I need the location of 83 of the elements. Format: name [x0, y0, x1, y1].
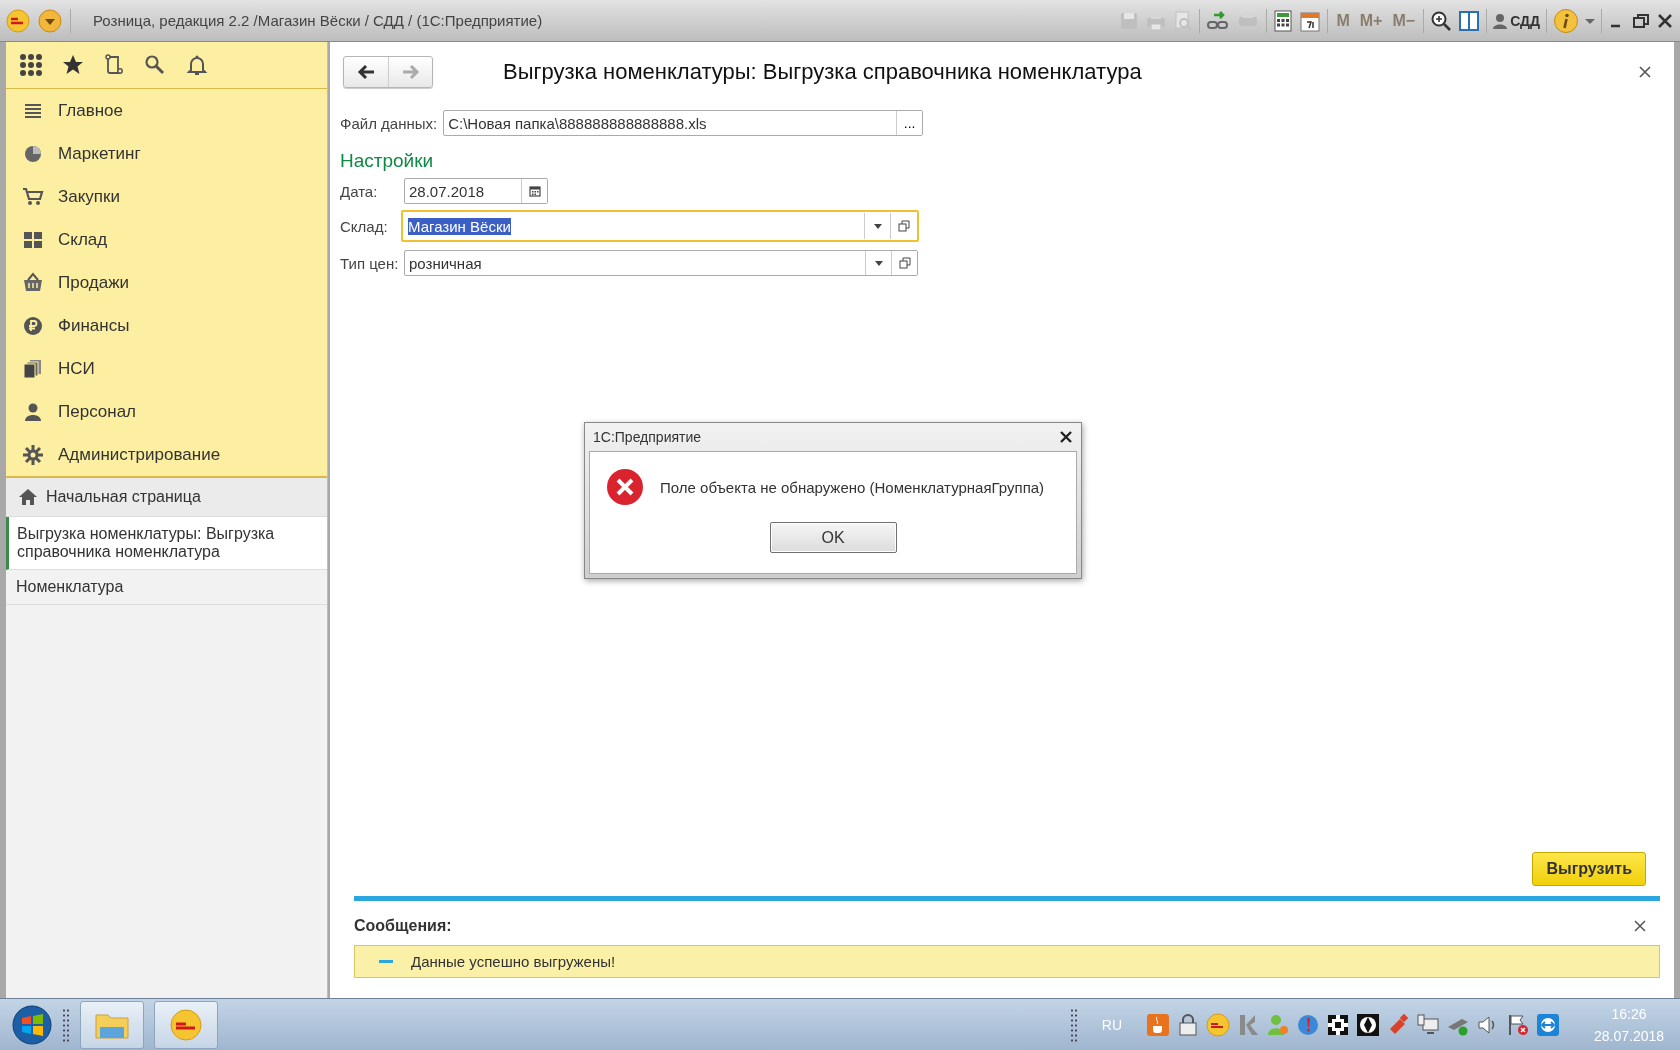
lock-icon[interactable] [1176, 1012, 1200, 1037]
error-icon [606, 468, 644, 506]
aperture-icon[interactable] [1356, 1012, 1380, 1037]
apps-grid-icon[interactable] [20, 54, 42, 76]
cart-icon[interactable] [22, 185, 44, 208]
bell-icon[interactable] [186, 54, 208, 76]
star-icon[interactable] [62, 54, 84, 76]
coin-icon [169, 1007, 203, 1042]
taskbar-button[interactable] [154, 1000, 218, 1049]
network-icon[interactable] [1416, 1012, 1440, 1037]
info-icon[interactable] [1553, 7, 1579, 34]
field-value: 28.07.2018 [409, 182, 485, 200]
arrows-box-icon[interactable] [1536, 1012, 1560, 1037]
dash-icon [379, 959, 393, 964]
calendar-icon[interactable] [1299, 9, 1322, 32]
open-window-tab[interactable]: Номенклатура [6, 570, 327, 605]
open-window-icon [898, 257, 911, 269]
field-label: Склад: [340, 217, 389, 235]
zoom-icon[interactable] [1430, 9, 1453, 32]
section-link[interactable]: Маркетинг [58, 143, 141, 164]
select-field[interactable]: розничная [404, 250, 918, 276]
select-field[interactable]: Магазин Вёски [401, 210, 919, 242]
close-icon[interactable] [1656, 11, 1674, 30]
globe-alert-icon[interactable] [1296, 1012, 1320, 1037]
documents-icon[interactable] [22, 357, 44, 380]
upload-button[interactable]: Выгрузить [1532, 852, 1646, 886]
field-value: Магазин Вёски [408, 217, 511, 235]
section-link[interactable]: Персонал [58, 401, 137, 422]
window-title: Розница, редакция 2.2 /Магазин Вёски / СДД / (1С:Предприятие) [93, 12, 544, 29]
dropdown-caret-icon [874, 260, 883, 266]
flag-error-icon[interactable] [1506, 1012, 1530, 1037]
close-icon[interactable] [1638, 65, 1652, 79]
close-icon[interactable] [1634, 920, 1646, 932]
dropdown-caret-icon [873, 223, 882, 229]
field-label: Тип цен: [340, 254, 398, 272]
open-window-tab[interactable]: Начальная страница [6, 478, 327, 517]
restore-icon[interactable] [1632, 11, 1650, 30]
ok-button[interactable]: OK [769, 522, 897, 553]
messages-title: Сообщения: [354, 917, 452, 935]
right-arrow-icon [400, 63, 421, 81]
dialog-title: 1С:Предприятие [593, 429, 702, 445]
start-button[interactable] [12, 1004, 52, 1045]
link-arrow-icon[interactable] [1206, 9, 1231, 32]
calendar-button[interactable] [521, 179, 547, 203]
date-field[interactable]: 28.07.2018 [404, 178, 548, 204]
gear-icon[interactable] [22, 443, 44, 466]
search-icon[interactable] [144, 54, 166, 76]
message-text: Данные успешно выгружены! [411, 953, 616, 970]
section-heading: Настройки [340, 150, 435, 172]
close-icon[interactable] [1059, 430, 1073, 444]
app-logo-icon[interactable] [6, 8, 30, 33]
panel-icon[interactable] [1458, 9, 1481, 32]
section-link[interactable]: Администрирование [58, 444, 221, 465]
user-name[interactable]: СДД [1510, 12, 1540, 29]
field-label: Файл данных: [340, 114, 438, 132]
file-path-field[interactable]: C:\Новая папка\888888888888888.xls ... [443, 110, 924, 136]
error-message: Поле объекта не обнаружено (НоменклатурнаяГруппа) [660, 478, 1045, 496]
section-link[interactable]: Финансы [58, 315, 130, 336]
cup-icon[interactable] [1146, 1012, 1170, 1037]
calendar-icon [528, 185, 541, 197]
home-icon[interactable] [18, 488, 38, 506]
left-arrow-icon [356, 63, 376, 81]
section-link[interactable]: Продажи [58, 272, 129, 293]
basket-icon[interactable] [22, 271, 44, 294]
history-scroll-icon[interactable] [104, 54, 124, 76]
coin-icon[interactable] [1206, 1012, 1230, 1037]
open-window-label: Начальная страница [46, 488, 201, 506]
section-link[interactable]: Закупки [58, 186, 120, 207]
field-label: Дата: [340, 182, 379, 200]
section-link[interactable]: Главное [58, 100, 123, 121]
ruble-coin-icon[interactable] [22, 314, 44, 337]
dropdown-caret-icon[interactable] [1585, 16, 1595, 25]
browse-button[interactable]: ... [896, 111, 923, 135]
open-window-tab[interactable]: Выгрузка номенклатуры: Выгрузка справочника номенклатура [6, 517, 327, 570]
section-link[interactable]: НСИ [58, 358, 95, 379]
field-value: розничная [409, 254, 482, 272]
pattern-icon[interactable] [1326, 1012, 1350, 1037]
user-icon[interactable] [1493, 12, 1508, 29]
form-title: Выгрузка номенклатуры: Выгрузка справочника номенклатура [503, 59, 1143, 85]
menu-caret-icon[interactable] [38, 8, 62, 33]
calculator-icon[interactable] [1273, 9, 1294, 32]
open-window-icon [897, 220, 910, 232]
section-link[interactable]: Склад [58, 229, 108, 250]
